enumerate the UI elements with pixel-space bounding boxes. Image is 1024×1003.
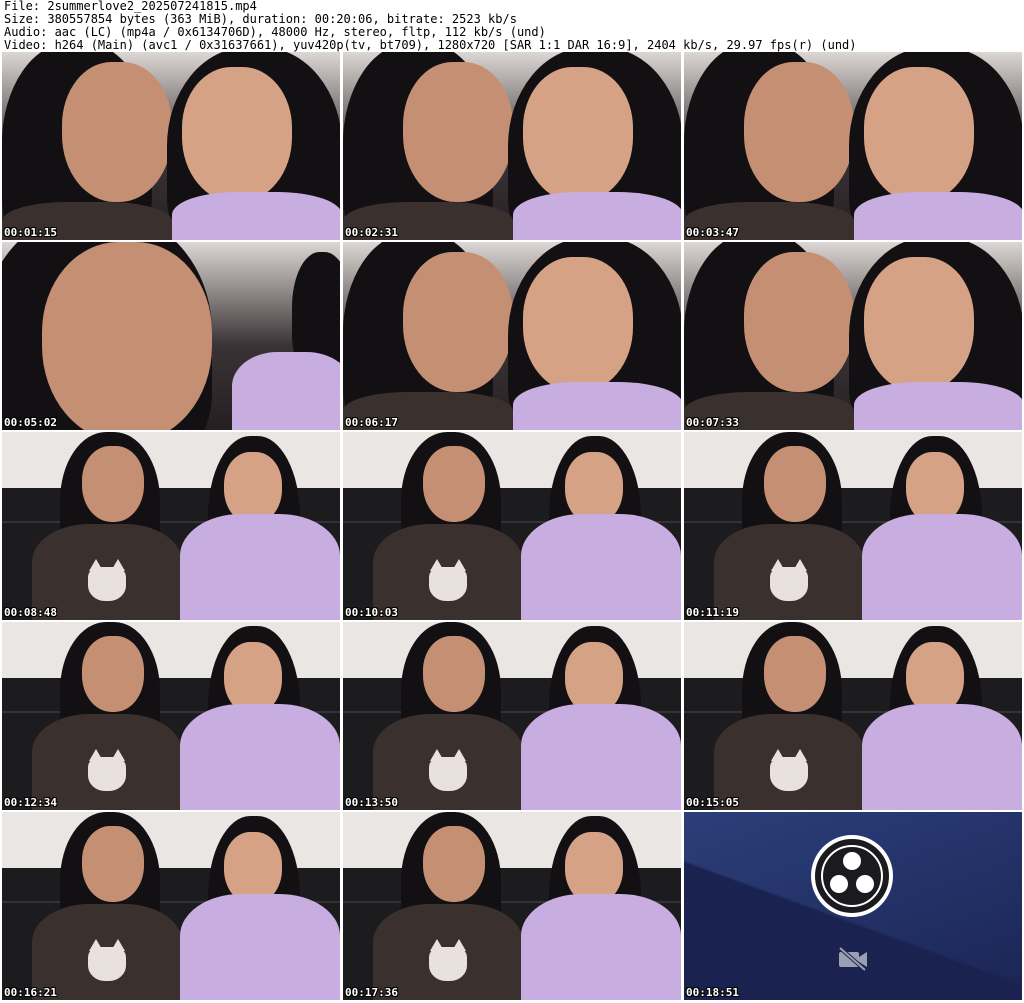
audio-info-line: Audio: aac (LC) (mp4a / 0x6134706D), 480… <box>4 26 546 39</box>
video-thumbnail: 00:13:50 <box>343 622 681 810</box>
video-thumbnail: 00:08:48 <box>2 432 340 620</box>
thumbnail-timestamp: 00:01:15 <box>4 226 57 239</box>
thumbnail-timestamp: 00:03:47 <box>686 226 739 239</box>
video-thumbnail: 00:07:33 <box>684 242 1022 430</box>
obs-end-frame <box>684 812 1022 1000</box>
video-thumbnail: 00:10:03 <box>343 432 681 620</box>
video-thumbnail: 00:11:19 <box>684 432 1022 620</box>
thumbnail-timestamp: 00:11:19 <box>686 606 739 619</box>
video-thumbnail: 00:16:21 <box>2 812 340 1000</box>
thumbnail-timestamp: 00:07:33 <box>686 416 739 429</box>
video-thumbnail: 00:06:17 <box>343 242 681 430</box>
file-info-header: File: 2summerlove2_202507241815.mp4 Size… <box>4 0 1020 52</box>
video-thumbnail: 00:17:36 <box>343 812 681 1000</box>
thumbnail-timestamp: 00:08:48 <box>4 606 57 619</box>
video-thumbnail: 00:03:47 <box>684 52 1022 240</box>
thumbnail-timestamp: 00:16:21 <box>4 986 57 999</box>
thumbnail-timestamp: 00:13:50 <box>345 796 398 809</box>
thumbnail-timestamp: 00:02:31 <box>345 226 398 239</box>
video-thumbnail: 00:05:02 <box>2 242 340 430</box>
video-thumbnail: 00:15:05 <box>684 622 1022 810</box>
video-thumbnail: 00:18:51 <box>684 812 1022 1000</box>
video-thumbnail: 00:12:34 <box>2 622 340 810</box>
thumbnail-timestamp: 00:06:17 <box>345 416 398 429</box>
camera-off-icon <box>837 946 869 976</box>
thumbnail-timestamp: 00:10:03 <box>345 606 398 619</box>
thumbnail-timestamp: 00:15:05 <box>686 796 739 809</box>
thumbnail-timestamp: 00:17:36 <box>345 986 398 999</box>
file-name-line: File: 2summerlove2_202507241815.mp4 <box>4 0 257 13</box>
thumbnail-timestamp: 00:05:02 <box>4 416 57 429</box>
video-info-line: Video: h264 (Main) (avc1 / 0x31637661), … <box>4 39 857 52</box>
thumbnail-grid: 00:01:15 00:02:31 00:03:47 00:05:02 00:06:17… <box>2 52 1022 1002</box>
obs-logo-icon <box>811 835 893 917</box>
thumbnail-timestamp: 00:18:51 <box>686 986 739 999</box>
file-size-line: Size: 380557854 bytes (363 MiB), duratio… <box>4 13 517 26</box>
video-thumbnail: 00:02:31 <box>343 52 681 240</box>
thumbnail-timestamp: 00:12:34 <box>4 796 57 809</box>
video-thumbnail: 00:01:15 <box>2 52 340 240</box>
